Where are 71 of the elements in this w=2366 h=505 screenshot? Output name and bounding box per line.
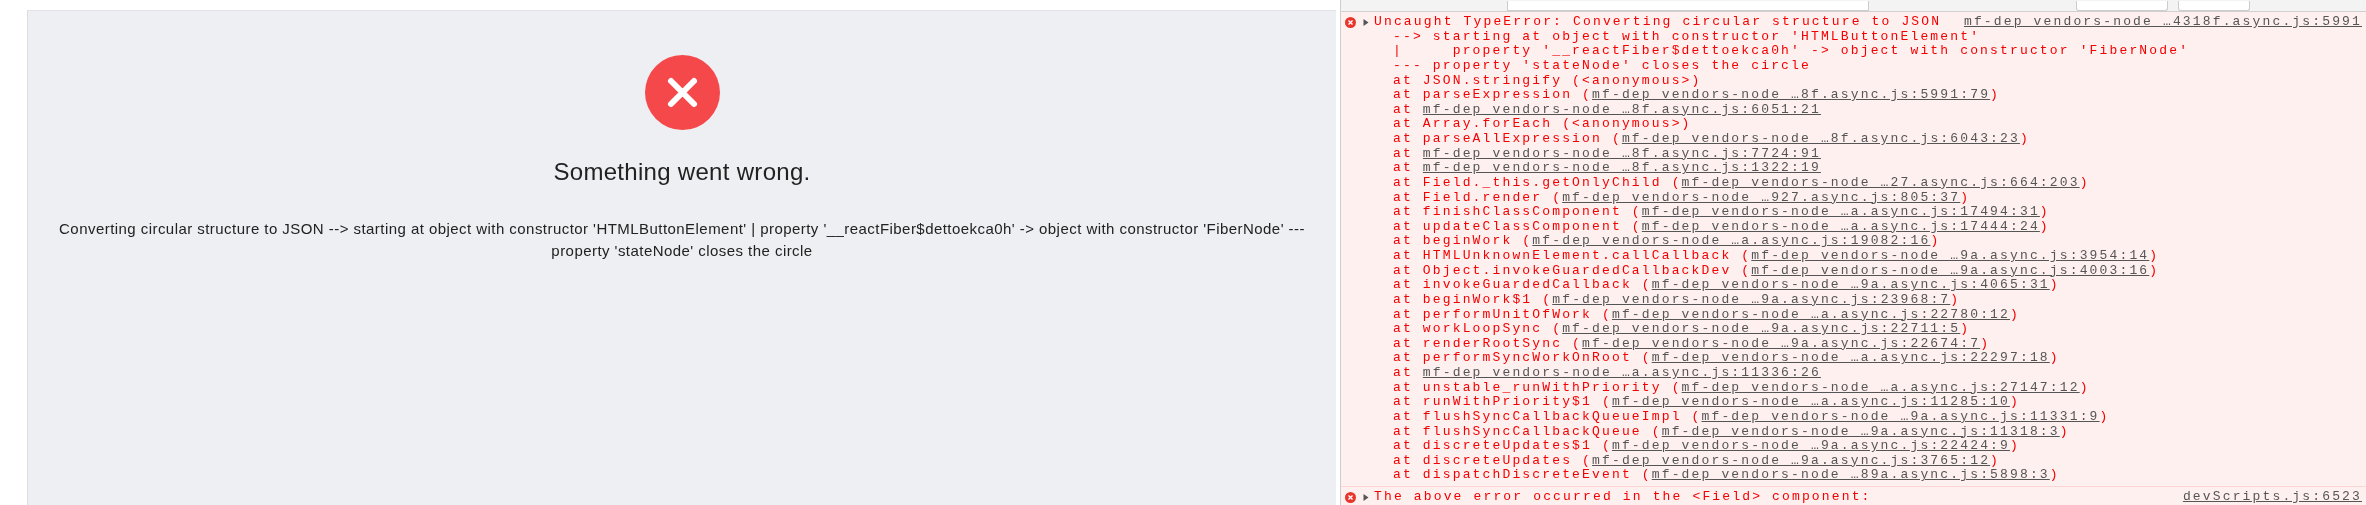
source-link[interactable]: mf-dep_vendors-node_…a.async.js:17494:31 [1641, 204, 2040, 220]
error-message: Converting circular structure to JSON --> starting at object with constructor 'HTMLButtonElement' | property '__reactFiber$dettoekca0h' -> object with constructor 'FiberNode' --- property 'stateNode' closes the circle [58, 219, 1306, 261]
stack-frame: at parseAllExpression (mf-dep_vendors-node_…8f.async.js:6043:23) [1393, 132, 2362, 147]
error-text: The above error occurred in the <Field> component: [1374, 490, 1872, 505]
source-link[interactable]: mf-dep_vendors-node_…9a.async.js:4003:16 [1751, 262, 2150, 278]
source-link[interactable]: mf-dep_vendors-node_…a.async.js:22780:12 [1611, 306, 2010, 322]
stack-frame: at JSON.stringify (<anonymous>) [1393, 73, 2362, 89]
source-link[interactable]: mf-dep_vendors-node_…9a.async.js:22424:9 [1611, 438, 2010, 454]
stack-frame: at mf-dep_vendors-node_…8f.async.js:7724:91 [1393, 146, 2362, 162]
stack-frame: at finishClassComponent (mf-dep_vendors-node_…a.async.js:17494:31) [1393, 205, 2362, 220]
disclosure-triangle-icon[interactable] [1362, 493, 1369, 501]
error-detail: --> starting at object with constructor 'HTMLButtonElement' [1393, 29, 1982, 45]
error-text: Uncaught TypeError: Converting circular structure to JSON [1374, 15, 1942, 30]
source-link[interactable]: mf-dep_vendors-node_…a.async.js:22297:18 [1651, 350, 2050, 366]
stack-frame: at HTMLUnknownElement.callCallback (mf-dep_vendors-node_…9a.async.js:3954:14) [1393, 249, 2362, 264]
source-link[interactable]: mf-dep_vendors-node_…9a.async.js:23968:7 [1552, 291, 1951, 307]
stack-frame: at discreteUpdates (mf-dep_vendors-node_…9a.async.js:3765:12) [1393, 453, 2362, 469]
source-link[interactable]: mf-dep_vendors-node_…89a.async.js:5898:3 [1651, 467, 2050, 483]
stack-frame: at parseExpression (mf-dep_vendors-node_…8f.async.js:5991:79) [1393, 88, 2362, 103]
error-icon [644, 55, 720, 130]
stack-frame: at Array.forEach (<anonymous>) [1393, 117, 2362, 132]
stack-frame: at Field._this.getOnlyChild (mf-dep_vendors-node_…27.async.js:664:203) [1393, 175, 2362, 191]
stack-frame: at workLoopSync (mf-dep_vendors-node_…9a.async.js:22711:5) [1393, 322, 2362, 337]
stack-frame: at mf-dep_vendors-node_…8f.async.js:6051:21 [1393, 102, 2362, 118]
source-link[interactable]: mf-dep_vendors-node_…8f.async.js:6051:21 [1422, 101, 1821, 117]
source-link[interactable]: mf-dep_vendors-node_…a.async.js:27147:12 [1681, 379, 2080, 395]
error-icon [1345, 16, 1356, 28]
error-title: Something went wrong. [553, 158, 811, 186]
error-detail: --- property 'stateNode' closes the circle [1393, 58, 1812, 74]
source-link[interactable]: mf-dep_vendors-node_…a.async.js:11336:26 [1422, 365, 1821, 380]
source-link[interactable]: mf-dep_vendors-node_…9a.async.js:22711:5 [1562, 321, 1961, 337]
source-link[interactable]: mf-dep_vendors-node_…8f.async.js:5991:79 [1592, 87, 1991, 103]
source-link[interactable]: mf-dep_vendors-node_…927.async.js:805:37 [1562, 189, 1961, 205]
source-link[interactable]: mf-dep_vendors-node_…9a.async.js:22674:7 [1582, 335, 1981, 351]
source-link[interactable]: mf-dep_vendors-node_…8f.async.js:6043:23 [1621, 131, 2020, 146]
source-link[interactable]: devScripts.js:6523 [2182, 490, 2362, 505]
filter-field[interactable] [1507, 1, 1869, 11]
source-link[interactable]: mf-dep_vendors-node_…a.async.js:11285:10 [1611, 394, 2010, 410]
source-link[interactable]: mf-dep_vendors-node_…8f.async.js:7724:91 [1422, 145, 1821, 161]
issues-button[interactable] [2178, 1, 2250, 11]
stack-frame: at beginWork (mf-dep_vendors-node_…a.async.js:19082:16) [1393, 234, 2362, 249]
disclosure-triangle-icon[interactable] [1362, 18, 1369, 26]
stack-frame: at Object.invokeGuardedCallbackDev (mf-dep_vendors-node_…9a.async.js:4003:16) [1393, 263, 2362, 279]
stack-frame: at dispatchDiscreteEvent (mf-dep_vendors-node_…89a.async.js:5898:3) [1393, 468, 2362, 483]
stack-frame: at performSyncWorkOnRoot (mf-dep_vendors-node_…a.async.js:22297:18) [1393, 351, 2362, 366]
stack-frame: at unstable_runWithPriority (mf-dep_vendors-node_…a.async.js:27147:12) [1393, 380, 2362, 396]
source-link[interactable]: mf-dep_vendors-node_…8f.async.js:1322:19 [1422, 160, 1821, 176]
source-link[interactable]: mf-dep_vendors-node_…4318f.async.js:5991 [1963, 15, 2362, 30]
error-icon [1345, 491, 1356, 503]
source-link[interactable]: mf-dep_vendors-node_…9a.async.js:4065:31 [1651, 277, 2050, 293]
stack-frame: at discreteUpdates$1 (mf-dep_vendors-node_…9a.async.js:22424:9) [1393, 439, 2362, 454]
stack-frame: at runWithPriority$1 (mf-dep_vendors-node_…a.async.js:11285:10) [1393, 395, 2362, 410]
stack-frame: at invokeGuardedCallback (mf-dep_vendors-node_…9a.async.js:4065:31) [1393, 278, 2362, 293]
source-link[interactable]: mf-dep_vendors-node_…a.async.js:19082:16 [1532, 233, 1931, 249]
stack-frame: at mf-dep_vendors-node_…a.async.js:11336:26 [1393, 366, 2362, 381]
stack-frame: at renderRootSync (mf-dep_vendors-node_…9a.async.js:22674:7) [1393, 336, 2362, 352]
stack-frame: at performUnitOfWork (mf-dep_vendors-node_…a.async.js:22780:12) [1393, 307, 2362, 323]
error-detail: | property '__reactFiber$dettoekca0h' -> object with constructor 'FiberNode' [1393, 44, 2191, 59]
source-link[interactable]: mf-dep_vendors-node_…9a.async.js:11331:9 [1701, 408, 2100, 424]
source-link[interactable]: mf-dep_vendors-node_…9a.async.js:11318:3 [1661, 423, 2060, 439]
stack-frame: at mf-dep_vendors-node_…8f.async.js:1322:19 [1393, 161, 2362, 176]
source-link[interactable]: mf-dep_vendors-node_…a.async.js:17444:24 [1641, 218, 2040, 234]
stack-frame: at updateClassComponent (mf-dep_vendors-node_…a.async.js:17444:24) [1393, 219, 2362, 235]
levels-dropdown[interactable] [2076, 1, 2168, 11]
source-link[interactable]: mf-dep_vendors-node_…27.async.js:664:203 [1681, 174, 2080, 190]
source-link[interactable]: mf-dep_vendors-node_…9a.async.js:3765:12 [1592, 452, 1991, 468]
source-link[interactable]: mf-dep_vendors-node_…9a.async.js:3954:14 [1751, 248, 2150, 263]
stack-frame: at beginWork$1 (mf-dep_vendors-node_…9a.async.js:23968:7) [1393, 292, 2362, 308]
stack-frame: at flushSyncCallbackQueue (mf-dep_vendors-node_…9a.async.js:11318:3) [1393, 424, 2362, 440]
stack-frame: at flushSyncCallbackQueueImpl (mf-dep_vendors-node_…9a.async.js:11331:9) [1393, 409, 2362, 425]
stack-frame: at Field.render (mf-dep_vendors-node_…927.async.js:805:37) [1393, 190, 2362, 206]
